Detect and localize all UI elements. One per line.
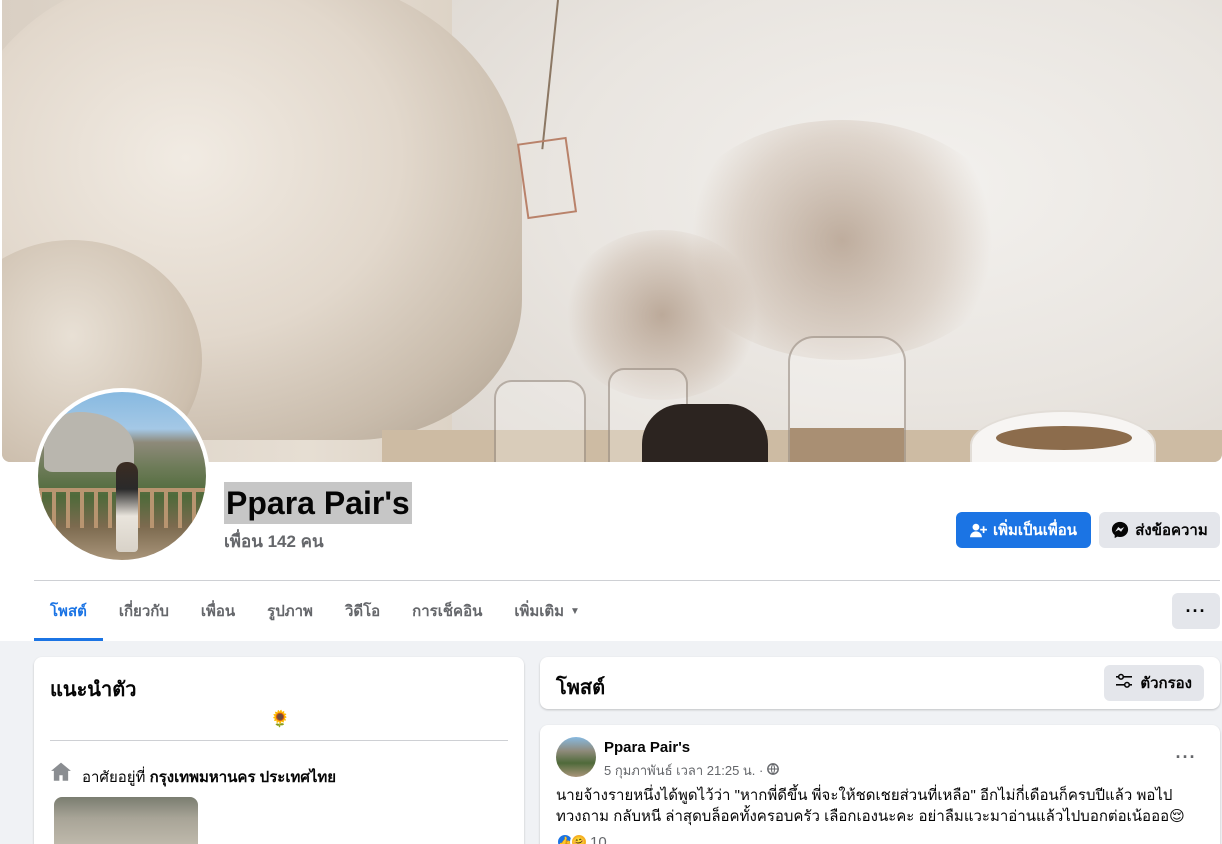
- posts-header: โพสต์ ตัวกรอง: [540, 657, 1220, 709]
- intro-card: แนะนำตัว 🌻 อาศัยอยู่ที่ กรุงเทพมหานคร ปร…: [34, 657, 524, 844]
- tab-friends[interactable]: เพื่อน: [185, 581, 251, 641]
- cover-photo[interactable]: [2, 0, 1222, 462]
- lives-in-text: อาศัยอยู่ที่ กรุงเทพมหานคร ประเทศไทย: [82, 769, 337, 786]
- globe-icon: [767, 763, 780, 778]
- featured-photo[interactable]: [54, 797, 198, 844]
- profile-picture[interactable]: [34, 388, 210, 564]
- post-author-avatar[interactable]: [556, 737, 596, 777]
- profile-tabs: โพสต์ เกี่ยวกับ เพื่อน รูปภาพ วิดีโอ การ…: [34, 581, 596, 641]
- profile-header: Ppara Pair's เพื่อน 142 คน เพิ่มเป็นเพื่…: [0, 0, 1222, 641]
- bio-text: 🌻: [270, 711, 290, 728]
- profile-more-button[interactable]: ···: [1172, 593, 1220, 629]
- lives-in-link[interactable]: กรุงเทพมหานคร ประเทศไทย: [150, 769, 336, 786]
- post-text: นายจ้างรายหนึ่งได้พูดไว้ว่า "หากพี่ดีขึ้…: [556, 787, 1185, 825]
- tab-checkins[interactable]: การเช็คอิน: [396, 581, 498, 641]
- messenger-icon: [1111, 521, 1129, 539]
- intro-title: แนะนำตัว: [50, 679, 137, 701]
- post-options-button[interactable]: ···: [1168, 739, 1204, 775]
- filter-button[interactable]: ตัวกรอง: [1104, 665, 1204, 701]
- add-friend-button[interactable]: เพิ่มเป็นเพื่อน: [956, 512, 1091, 548]
- avatar: [38, 392, 206, 560]
- posts-title: โพสต์: [556, 677, 606, 699]
- post-meta: 5 กุมภาพันธ์ เวลา 21:25 น. ·: [604, 760, 780, 781]
- intro-divider: [50, 740, 508, 741]
- reaction-count: 10: [590, 833, 607, 844]
- add-friend-icon: [969, 522, 987, 539]
- message-button[interactable]: ส่งข้อความ: [1099, 512, 1220, 548]
- caret-down-icon: ▼: [570, 605, 580, 617]
- post-timestamp[interactable]: 5 กุมภาพันธ์ เวลา 21:25 น. ·: [604, 760, 763, 781]
- tab-posts[interactable]: โพสต์: [34, 581, 103, 641]
- post-author-name[interactable]: Ppara Pair's: [604, 739, 690, 756]
- friend-count[interactable]: เพื่อน 142 คน: [224, 528, 324, 555]
- tab-photos[interactable]: รูปภาพ: [251, 581, 329, 641]
- profile-name: Ppara Pair's: [224, 482, 412, 524]
- tab-videos[interactable]: วิดีโอ: [329, 581, 396, 641]
- filter-label: ตัวกรอง: [1140, 675, 1192, 692]
- home-icon: [50, 761, 72, 788]
- care-icon: 🤗: [570, 833, 588, 844]
- add-friend-label: เพิ่มเป็นเพื่อน: [992, 522, 1078, 539]
- post-card: Ppara Pair's 5 กุมภาพันธ์ เวลา 21:25 น. …: [540, 725, 1220, 844]
- tab-more[interactable]: เพิ่มเติม ▼: [498, 581, 596, 641]
- filter-icon: [1116, 673, 1133, 693]
- reactions-summary[interactable]: 👍 🤗 10: [556, 833, 607, 844]
- message-label: ส่งข้อความ: [1135, 522, 1208, 539]
- tab-about[interactable]: เกี่ยวกับ: [103, 581, 185, 641]
